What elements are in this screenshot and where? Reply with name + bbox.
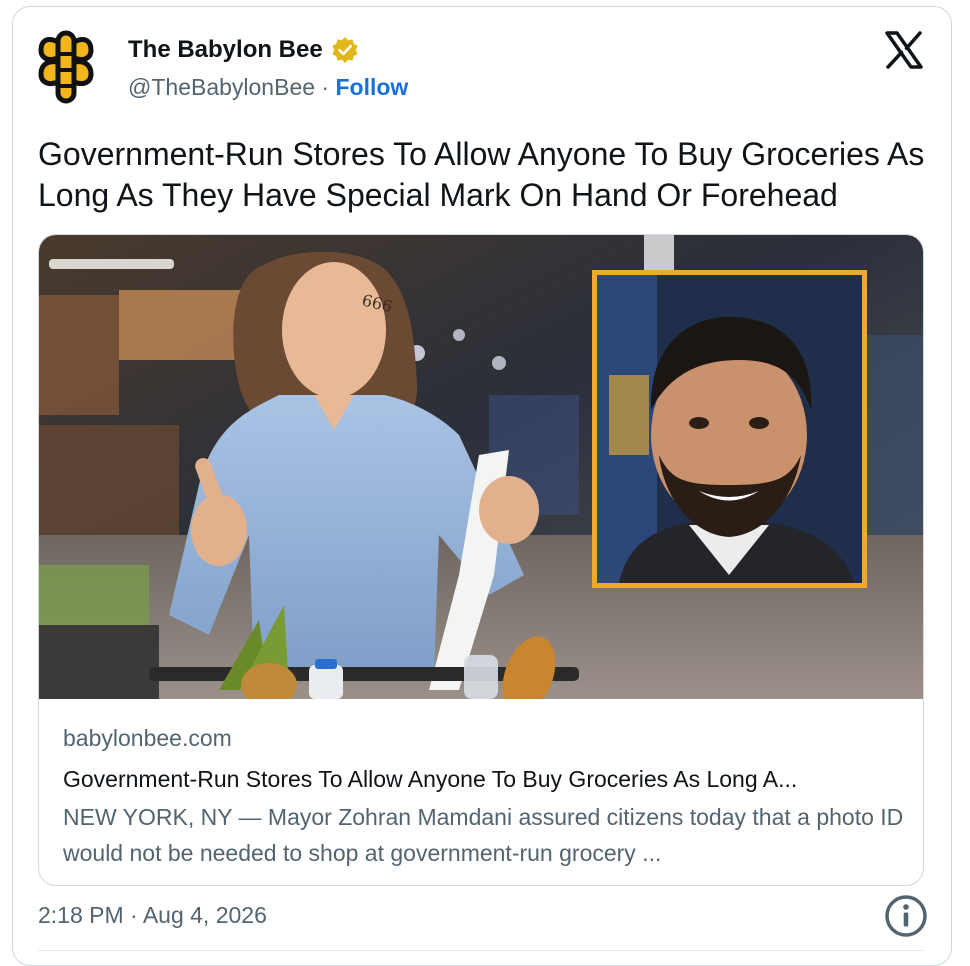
author-name[interactable]: The Babylon Bee xyxy=(128,36,323,64)
x-logo-icon[interactable] xyxy=(884,30,924,70)
footer-divider xyxy=(38,950,924,951)
post-timestamp[interactable]: 2:18 PM · Aug 4, 2026 xyxy=(38,902,267,929)
link-meta: babylonbee.com Government-Run Stores To … xyxy=(63,725,913,871)
separator: · xyxy=(321,74,330,100)
verified-badge-icon xyxy=(332,37,358,63)
author-row: The Babylon Bee xyxy=(128,36,359,64)
article-image[interactable]: 666 xyxy=(39,235,924,699)
handle-row: @TheBabylonBee · Follow xyxy=(128,74,408,101)
link-description: NEW YORK, NY — Mayor Zohran Mamdani assu… xyxy=(63,804,904,866)
link-preview-card[interactable]: 666 babylonbee.com Government-Run Stores… xyxy=(38,234,924,886)
post-text: Government-Run Stores To Allow Anyone To… xyxy=(38,136,925,213)
author-handle[interactable]: @TheBabylonBee xyxy=(128,74,315,100)
link-title[interactable]: Government-Run Stores To Allow Anyone To… xyxy=(63,766,913,793)
link-domain[interactable]: babylonbee.com xyxy=(63,725,913,752)
follow-button[interactable]: Follow xyxy=(335,74,408,100)
bee-logo-icon[interactable] xyxy=(38,30,94,104)
info-icon[interactable] xyxy=(884,894,928,938)
